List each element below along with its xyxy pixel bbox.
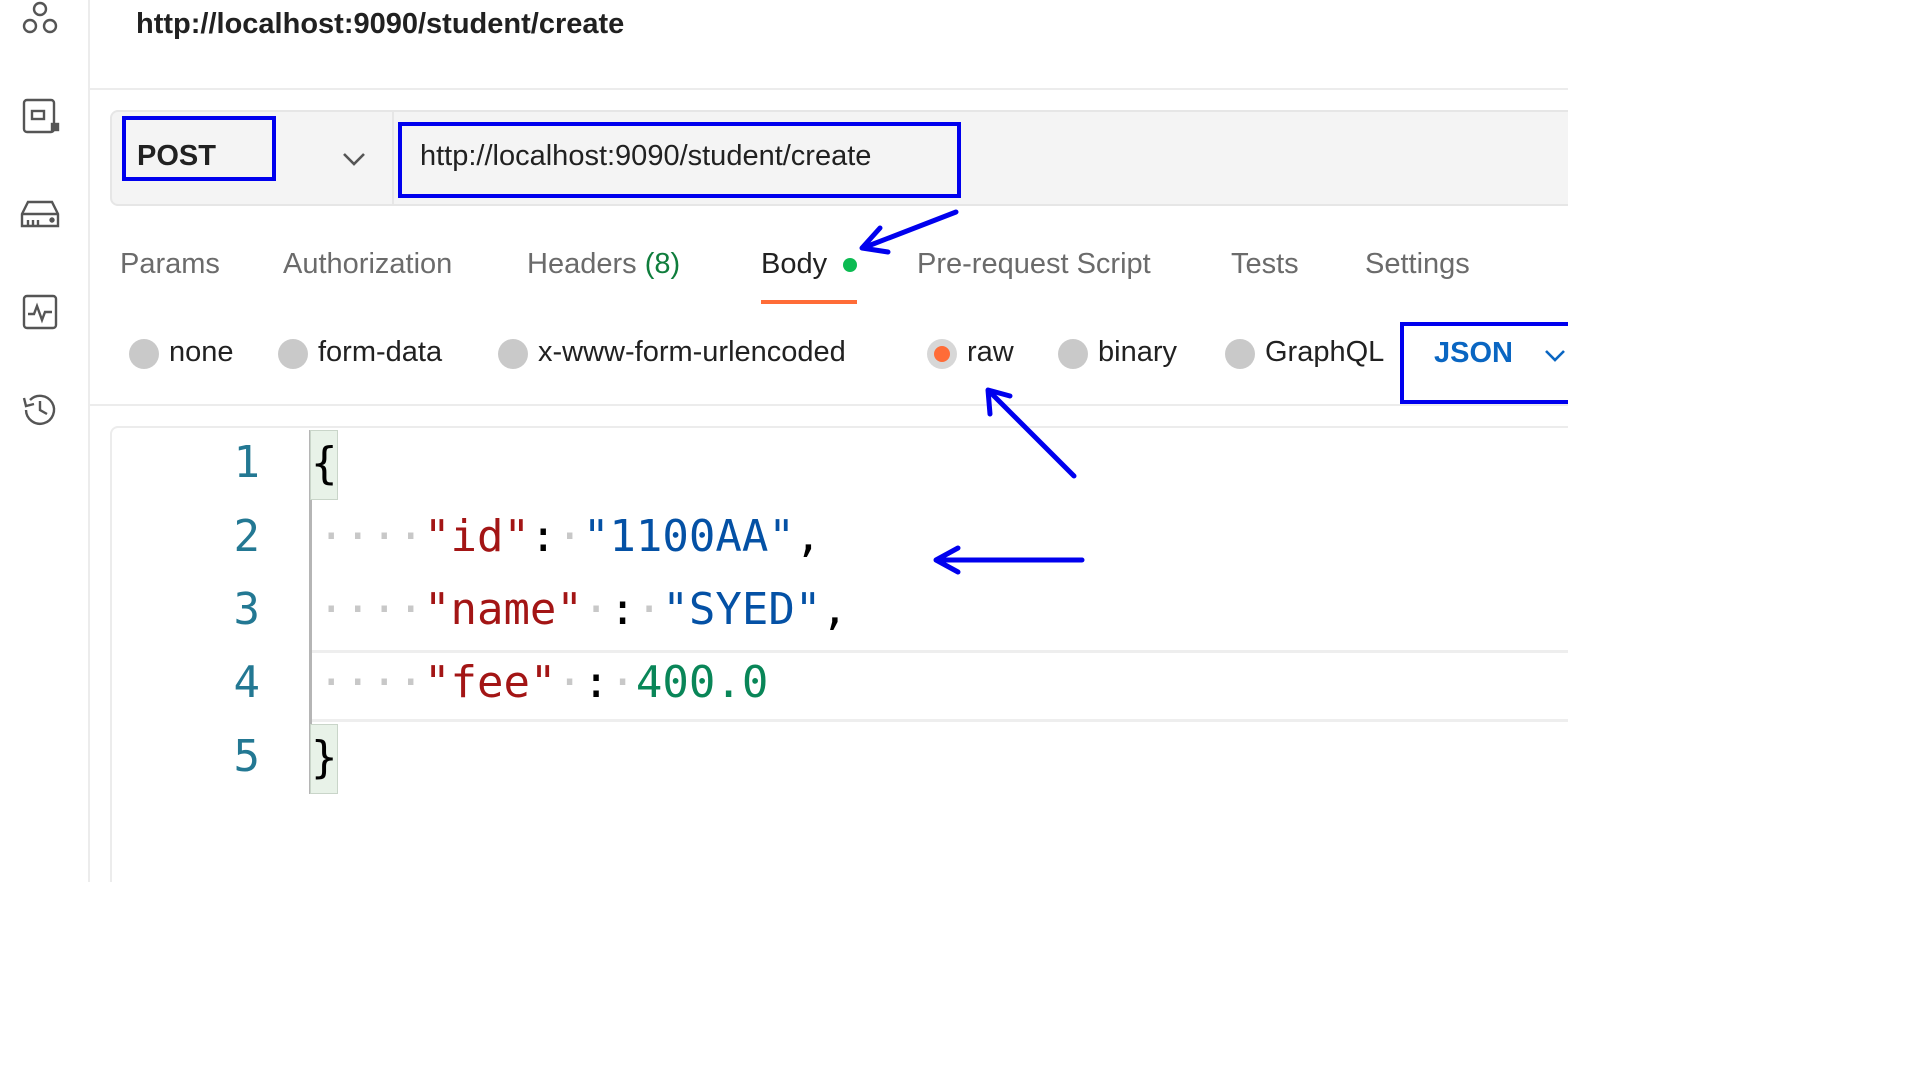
radio-x-www-form-urlencoded[interactable]: [498, 339, 528, 369]
request-tab-title: http://localhost:9090/student/create: [136, 8, 625, 40]
tab-headers[interactable]: Headers (8): [527, 248, 680, 281]
radio-raw[interactable]: [927, 339, 957, 369]
monitors-icon[interactable]: [18, 290, 62, 334]
headers-count-badge: (8): [644, 248, 681, 280]
line-number: 2: [233, 511, 261, 562]
annotation-box-url: [398, 122, 961, 198]
code-line-id: ····"id":·"1100AA",: [318, 511, 822, 562]
title-divider: [90, 88, 1568, 90]
tab-tests[interactable]: Tests: [1231, 248, 1299, 281]
line-number: 1: [233, 437, 261, 488]
tab-body[interactable]: Body: [761, 248, 827, 281]
arrow-to-body-tab: [865, 209, 959, 249]
postman-request-window: http://localhost:9090/student/create POS…: [0, 0, 1568, 882]
radio-none[interactable]: [129, 339, 159, 369]
json-close-brace: }: [310, 724, 338, 794]
active-tab-indicator: [761, 300, 857, 304]
mock-servers-icon[interactable]: [18, 192, 62, 236]
history-icon[interactable]: [18, 388, 62, 432]
line-number: 5: [233, 731, 261, 782]
tab-headers-label: Headers: [527, 248, 637, 280]
arrow-to-raw-option-head: [985, 387, 1013, 417]
line-number: 4: [233, 657, 261, 708]
arrow-to-body-tab-head: [859, 225, 891, 255]
environments-icon[interactable]: [18, 94, 62, 138]
tab-settings[interactable]: Settings: [1365, 248, 1470, 281]
radio-binary[interactable]: [1058, 339, 1088, 369]
chevron-down-icon[interactable]: [340, 146, 368, 170]
apis-icon[interactable]: [18, 0, 62, 44]
code-line-fee: ····"fee"·:·400.0: [318, 657, 769, 708]
annotation-box-language: [1400, 322, 1568, 404]
body-status-dot: [843, 258, 857, 272]
line-number: 3: [233, 584, 261, 635]
tab-pre-request-script[interactable]: Pre-request Script: [917, 248, 1151, 281]
annotation-box-method: [122, 116, 276, 181]
code-line-name: ····"name"·:·"SYED",: [318, 584, 848, 635]
options-divider: [90, 404, 1568, 406]
radio-form-data[interactable]: [278, 339, 308, 369]
tab-params[interactable]: Params: [120, 248, 220, 281]
tab-authorization[interactable]: Authorization: [283, 248, 452, 281]
radio-graphql[interactable]: [1225, 339, 1255, 369]
json-open-brace: {: [310, 430, 338, 500]
sidebar-rail: [0, 0, 90, 882]
